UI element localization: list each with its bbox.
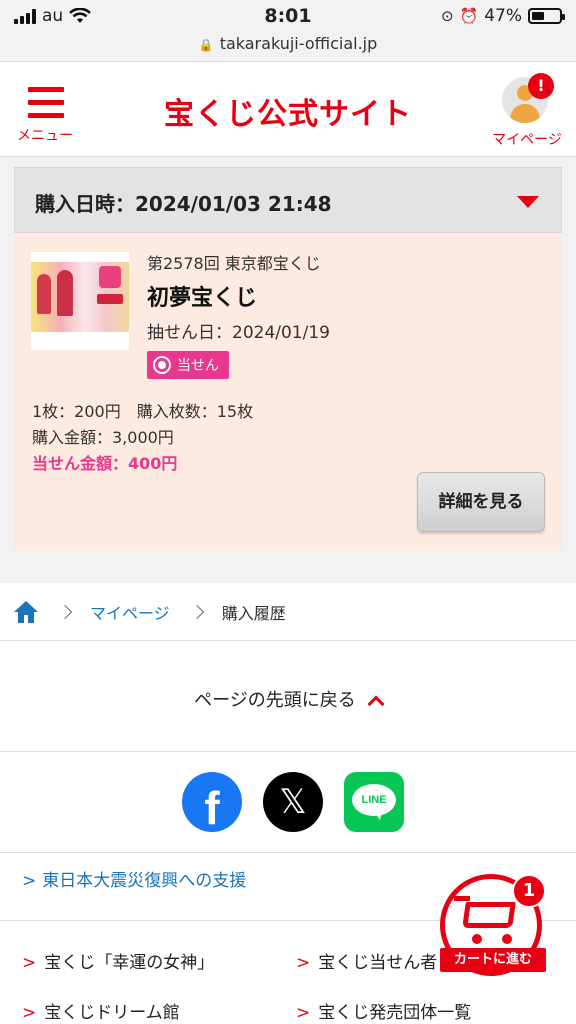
cart-label: カートに進む [440,948,546,972]
facebook-icon[interactable]: f [182,772,242,832]
status-bar: au 8:01 ⊙ ⏰ 47% [0,0,576,34]
cart-count-badge: 1 [512,874,546,908]
lottery-round: 第2578回 東京都宝くじ [147,254,321,273]
breadcrumb-current: 購入履歴 [221,603,286,623]
social-share-bar: f 𝕏 LINE [0,753,576,853]
notification-badge: ! [528,73,554,99]
breadcrumb: マイページ 購入履歴 [0,583,576,641]
purchase-details: 1枚：200円 購入枚数：15枚 購入金額：3,000円 当せん金額：400円 [32,399,253,477]
back-to-top-section: ページの先頭に戻る [0,642,576,752]
lock-icon: 🔒 [198,38,214,52]
amount-line: 購入金額：3,000円 [32,428,174,447]
back-to-top-link[interactable]: ページの先頭に戻る [0,686,576,713]
purchase-datetime: 購入日時：2024/01/03 21:48 [35,192,332,216]
alarm-icon: ⏰ [459,7,479,25]
cart-icon [462,902,516,928]
cart-button[interactable]: 1 カートに進む [438,872,550,984]
support-link[interactable]: > 東日本大震災復興への支援 [22,866,246,891]
line-icon[interactable]: LINE [344,772,404,832]
chevron-right-icon [189,604,204,619]
battery-percent: 47% [484,6,522,26]
draw-date: 抽せん日：2024/01/19 [147,323,330,343]
url-bar[interactable]: 🔒 takarakuji-official.jp [0,34,576,62]
target-icon [153,356,171,374]
caret-up-icon [367,695,385,713]
site-header: メニュー 宝くじ公式サイト ! マイページ [0,63,576,157]
home-icon[interactable] [14,600,38,623]
x-icon[interactable]: 𝕏 [263,772,323,832]
view-details-button[interactable]: 詳細を見る [417,472,545,532]
url-text: takarakuji-official.jp [219,34,378,53]
price-line: 1枚：200円 購入枚数：15枚 [32,402,254,421]
mypage-button[interactable]: ! マイページ [488,73,566,153]
lottery-info: 第2578回 東京都宝くじ 初夢宝くじ 抽せん日：2024/01/19 当せん [147,250,330,379]
chevron-right-icon [57,604,73,619]
footer-link-winners[interactable]: > 宝くじ当せん者 [296,948,437,973]
battery-icon [528,8,565,24]
win-status-badge: 当せん [147,351,229,379]
collapse-caret-icon[interactable] [517,196,539,208]
rotation-lock-icon: ⊙ [440,7,454,25]
lottery-ticket-image [31,252,129,350]
cart-wheel [472,934,482,944]
status-right: ⊙ ⏰ 47% [440,6,565,26]
lottery-name: 初夢宝くじ [147,286,258,311]
win-status-label: 当せん [177,358,219,374]
purchase-card-body: 第2578回 東京都宝くじ 初夢宝くじ 抽せん日：2024/01/19 当せん … [14,234,562,551]
footer-link-dreamkan[interactable]: > 宝くじドリーム館 [22,998,180,1023]
footer-link-organizations[interactable]: > 宝くじ発売団体一覧 [296,998,471,1023]
footer-link-goddess[interactable]: > 宝くじ「幸運の女神」 [22,948,214,973]
purchase-card-header[interactable]: 購入日時：2024/01/03 21:48 [14,167,562,233]
cart-wheel [502,934,512,944]
win-amount-line: 当せん金額：400円 [32,454,178,473]
mypage-label: マイページ [492,132,562,148]
breadcrumb-mypage-link[interactable]: マイページ [90,600,170,624]
purchase-history-section: 購入日時：2024/01/03 21:48 第2578回 東京都宝くじ 初夢宝く… [0,157,576,583]
cart-handle [454,896,470,901]
